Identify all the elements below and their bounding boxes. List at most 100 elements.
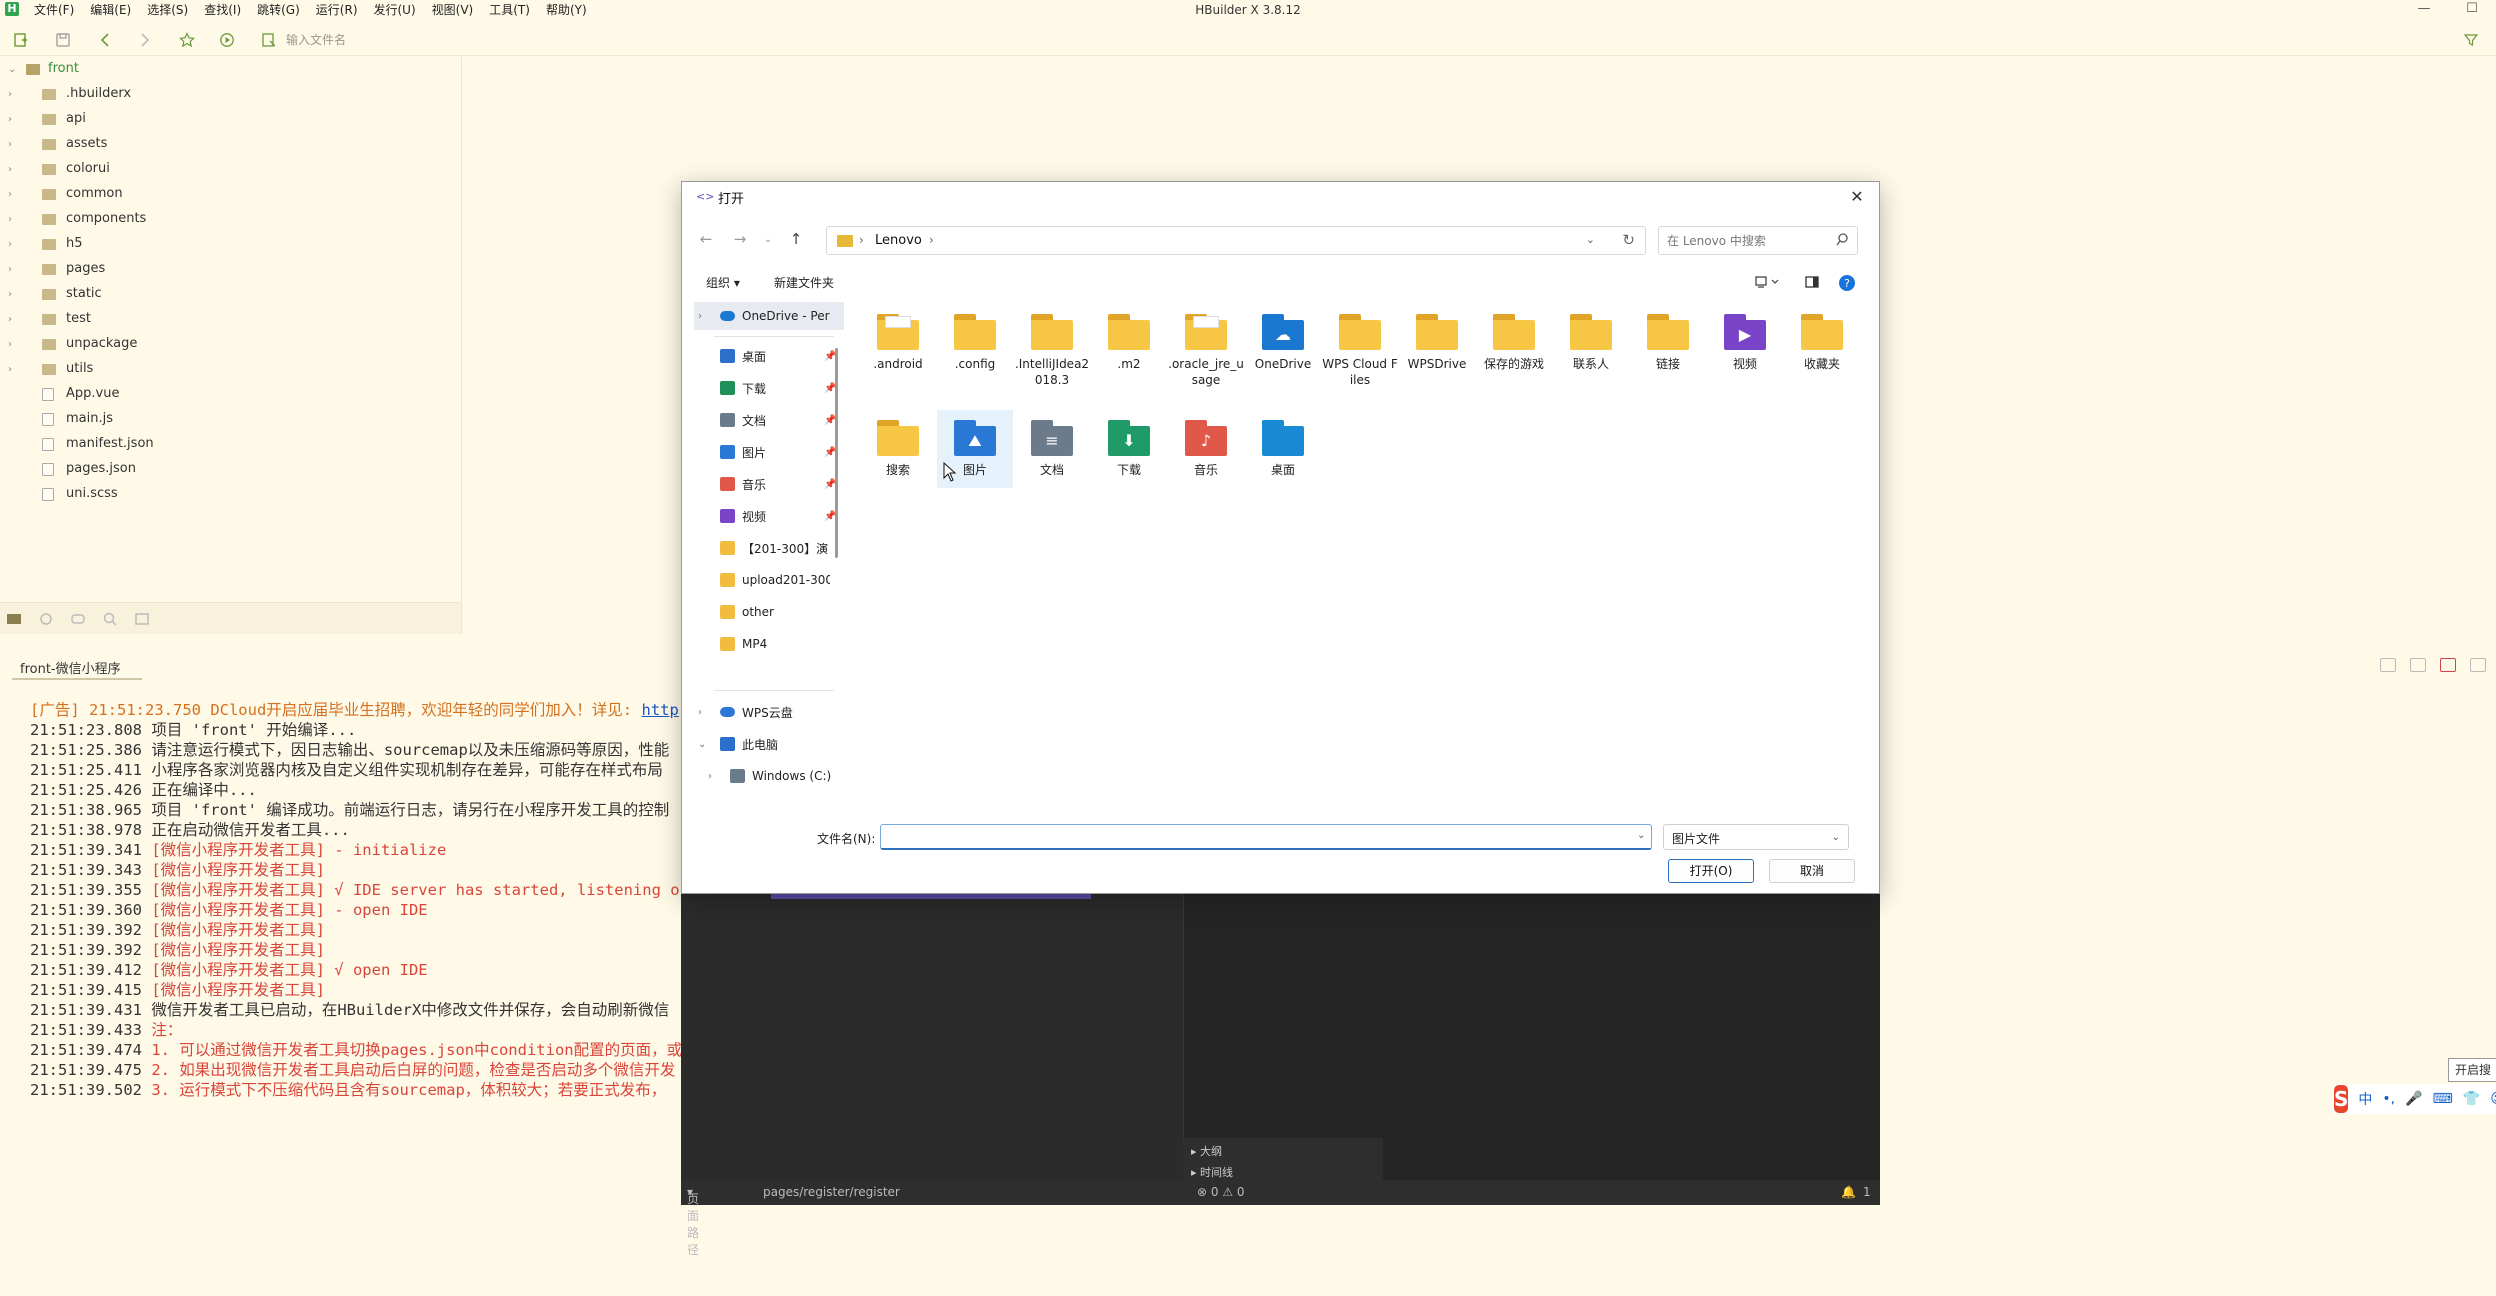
nav-item[interactable]: 【201-300】演 (694, 534, 844, 562)
nav-item[interactable]: ⌄ 此电脑 (694, 730, 844, 758)
console-tab[interactable]: front-微信小程序 (20, 658, 121, 677)
console-maximize-icon[interactable] (2470, 658, 2486, 672)
cancel-button[interactable]: 取消 (1769, 859, 1855, 883)
path-breadcrumb[interactable]: › Lenovo › ⌄ ↻ (826, 226, 1646, 255)
file-tile[interactable]: .m2 (1091, 304, 1167, 404)
nav-item[interactable]: 视频 📌 (694, 502, 844, 530)
dialog-search-input[interactable] (1667, 232, 1827, 250)
breadcrumb-location[interactable]: Lenovo (875, 233, 922, 248)
tree-file[interactable]: main.js (0, 407, 462, 432)
chevron-down-icon[interactable]: ⌄ (8, 65, 18, 75)
open-file-icon[interactable] (258, 30, 280, 50)
breadcrumb-separator-icon[interactable]: › (929, 233, 934, 247)
tree-file[interactable]: App.vue (0, 382, 462, 407)
chevron-right-icon[interactable]: › (8, 115, 18, 125)
search-icon[interactable] (1835, 232, 1849, 248)
nav-item[interactable]: 文档 📌 (694, 406, 844, 434)
nav-item[interactable]: › Windows (C:) (694, 762, 844, 790)
tree-folder[interactable]: › static (0, 282, 462, 307)
explorer-tab-icon[interactable] (6, 611, 22, 627)
tree-folder[interactable]: › test (0, 307, 462, 332)
navigation-pane-scrollbar[interactable] (835, 348, 838, 558)
log-link[interactable]: http (641, 701, 678, 719)
file-tile[interactable]: ☁ OneDrive (1245, 304, 1321, 404)
ime-logo-icon[interactable]: S (2334, 1085, 2349, 1113)
chevron-right-icon[interactable]: › (8, 315, 18, 325)
file-tile[interactable]: .IntelliJIdea2018.3 (1014, 304, 1090, 404)
status-path-label[interactable]: 页面路径 ▾ (687, 1185, 699, 1257)
nav-item[interactable]: › OneDrive - Per (694, 302, 844, 330)
ime-item[interactable]: 中 (2358, 1089, 2372, 1109)
tree-folder[interactable]: › pages (0, 257, 462, 282)
up-arrow-icon[interactable]: ↑ (784, 228, 808, 250)
chevron-down-icon[interactable]: ⌄ (698, 739, 706, 750)
console-restart-icon[interactable] (2380, 658, 2396, 672)
back-icon[interactable] (94, 30, 116, 50)
ime-item[interactable]: •, (2382, 1091, 2395, 1107)
console-clear-icon[interactable] (2440, 658, 2456, 672)
filename-input[interactable] (880, 824, 1652, 850)
file-tile[interactable]: ♪ 音乐 (1168, 410, 1244, 488)
ime-item[interactable]: ☺ (2490, 1091, 2496, 1107)
file-tile[interactable]: 收藏夹 (1784, 304, 1860, 404)
chevron-right-icon[interactable]: › (8, 190, 18, 200)
tree-folder[interactable]: › unpackage (0, 332, 462, 357)
file-tile[interactable]: 桌面 (1245, 410, 1321, 488)
nav-item[interactable]: MP4 (694, 630, 844, 658)
tree-folder[interactable]: › api (0, 107, 462, 132)
git-tab-icon[interactable] (134, 611, 150, 627)
ime-item[interactable]: 🎤 (2405, 1091, 2422, 1107)
dialog-close-button[interactable]: ✕ (1847, 188, 1867, 206)
run-icon[interactable] (216, 30, 238, 50)
tree-root[interactable]: ⌄ front (0, 57, 462, 82)
tree-folder[interactable]: › components (0, 207, 462, 232)
chevron-right-icon[interactable]: › (698, 707, 702, 718)
nav-item[interactable]: 图片 📌 (694, 438, 844, 466)
chevron-right-icon[interactable]: › (8, 240, 18, 250)
nav-item[interactable]: 桌面 📌 (694, 342, 844, 370)
nav-item[interactable]: upload201-300 (694, 566, 844, 594)
save-icon[interactable] (52, 30, 74, 50)
chevron-right-icon[interactable]: › (8, 90, 18, 100)
chevron-right-icon[interactable]: › (8, 290, 18, 300)
status-counts[interactable]: ⊗ 0 ⚠ 0 (1197, 1185, 1245, 1199)
chevron-right-icon[interactable]: › (698, 311, 702, 322)
console-stop-icon[interactable] (2410, 658, 2426, 672)
tree-folder[interactable]: › h5 (0, 232, 462, 257)
tree-folder[interactable]: › assets (0, 132, 462, 157)
filename-history-chevron-icon[interactable]: ⌄ (1637, 830, 1645, 841)
outline-section[interactable]: ▸ 大纲 (1191, 1143, 1383, 1159)
file-tile[interactable]: ⬇ 下载 (1091, 410, 1167, 488)
chevron-right-icon[interactable]: › (8, 265, 18, 275)
view-options-icon[interactable] (1754, 274, 1780, 290)
tree-folder[interactable]: › common (0, 182, 462, 207)
ime-item[interactable]: ⌨ (2433, 1091, 2453, 1107)
timeline-section[interactable]: ▸ 时间线 (1191, 1164, 1383, 1180)
forward-arrow-icon[interactable]: → (728, 228, 752, 250)
forward-icon[interactable] (134, 30, 156, 50)
tree-file[interactable]: manifest.json (0, 432, 462, 457)
minimize-button[interactable]: — (2400, 0, 2448, 20)
cloud-tab-icon[interactable] (70, 611, 86, 627)
file-tile[interactable]: 保存的游戏 (1476, 304, 1552, 404)
chevron-right-icon[interactable]: › (8, 140, 18, 150)
help-icon[interactable]: ? (1838, 274, 1856, 292)
nav-item[interactable]: › WPS云盘 (694, 698, 844, 726)
tree-folder[interactable]: › utils (0, 357, 462, 382)
file-tile[interactable]: WPS Cloud Files (1322, 304, 1398, 404)
file-tile[interactable]: ≡ 文档 (1014, 410, 1090, 488)
preview-pane-icon[interactable] (1804, 274, 1820, 290)
nav-item[interactable]: 下载 📌 (694, 374, 844, 402)
file-tile[interactable]: .android (860, 304, 936, 404)
refresh-icon[interactable]: ↻ (1622, 231, 1635, 249)
file-tile[interactable]: .oracle_jre_usage (1168, 304, 1244, 404)
filter-icon[interactable] (2460, 30, 2482, 50)
chevron-right-icon[interactable]: › (8, 165, 18, 175)
nav-item[interactable]: 音乐 📌 (694, 470, 844, 498)
status-path[interactable]: pages/register/register (763, 1185, 900, 1199)
tree-file[interactable]: pages.json (0, 457, 462, 482)
search-tab-icon[interactable] (102, 611, 118, 627)
chevron-right-icon[interactable]: › (708, 771, 712, 782)
file-name-input[interactable] (286, 29, 686, 51)
new-folder-button[interactable]: 新建文件夹 (774, 274, 834, 291)
